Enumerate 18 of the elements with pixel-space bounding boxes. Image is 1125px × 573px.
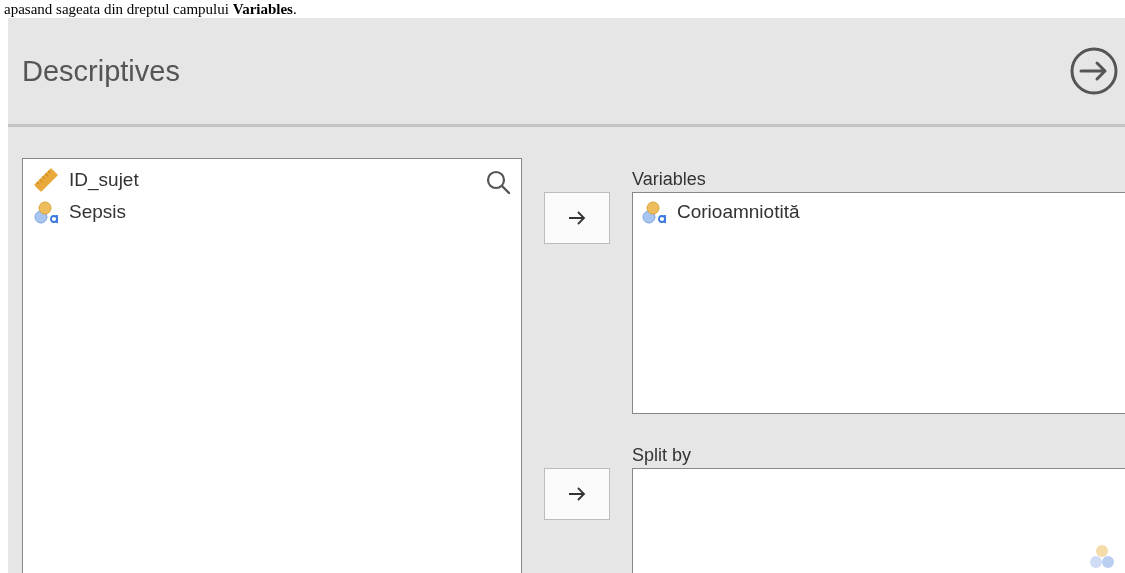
variable-item[interactable]: Sepsis <box>69 201 127 223</box>
arrow-icon <box>568 487 586 501</box>
move-arrow-button[interactable] <box>544 192 610 244</box>
target-list[interactable] <box>632 468 1125 573</box>
variable-item[interactable]: ID_sujet <box>69 169 139 191</box>
nominal-variable-icon <box>641 199 667 225</box>
nominal-variable-icon <box>33 199 59 225</box>
variables-placeholder-icon <box>1089 543 1115 569</box>
field-label: Variables <box>632 168 707 191</box>
variable-item[interactable]: Corioamniotită <box>677 201 800 223</box>
move-arrow-button[interactable] <box>544 468 610 520</box>
run-arrow-button[interactable] <box>1069 46 1119 96</box>
target-list[interactable]: Corioamniotită <box>632 192 1125 414</box>
arrow-icon <box>568 211 586 225</box>
instruction-text: apasand sageata din dreptul campului Variables. <box>3 0 298 18</box>
field-label: Split by <box>632 444 693 467</box>
search-icon[interactable] <box>485 169 511 195</box>
panel-title: Descriptives <box>22 54 180 88</box>
